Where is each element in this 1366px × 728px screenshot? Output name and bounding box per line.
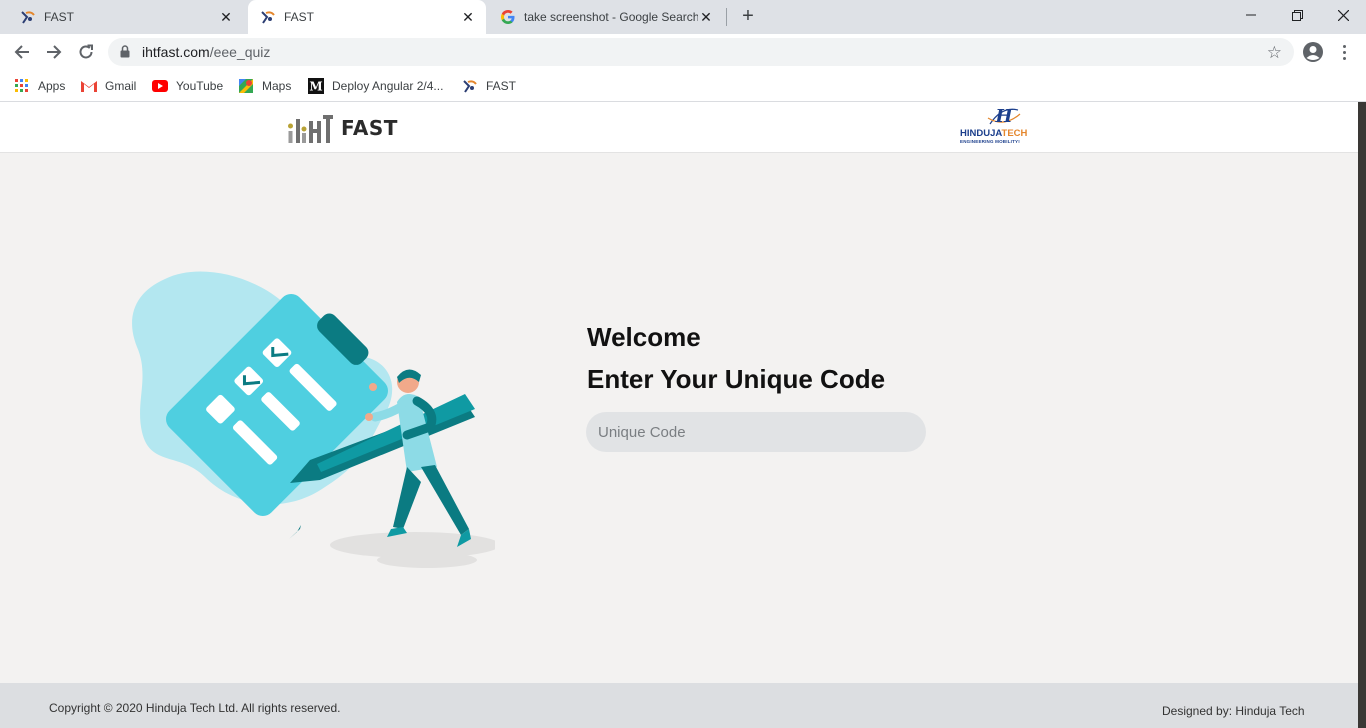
page-viewport: FAST H HINDUJATECH ENGINEERING MOBILITY!: [0, 102, 1358, 728]
site-header: FAST H HINDUJATECH ENGINEERING MOBILITY!: [0, 102, 1358, 153]
hero-illustration: [132, 271, 495, 568]
page-scrollbar[interactable]: [1358, 102, 1366, 728]
hinduja-tech-accent: TECH: [1001, 128, 1028, 139]
url-domain: ihtfast.com: [142, 44, 210, 60]
back-arrow-icon: [14, 45, 29, 59]
url-path: /eee_quiz: [209, 44, 271, 60]
unique-code-heading: Enter Your Unique Code: [587, 364, 886, 394]
address-bar[interactable]: ihtfast.com/eee_quiz ☆: [108, 38, 1294, 66]
svg-text:M: M: [309, 80, 322, 94]
close-tab-icon[interactable]: ✕: [698, 9, 714, 25]
browser-tab-google-search[interactable]: take screenshot - Google Search ✕: [488, 0, 724, 34]
tab-title: FAST: [44, 10, 75, 24]
forward-button[interactable]: [42, 40, 66, 64]
bookmark-youtube[interactable]: YouTube: [152, 76, 223, 96]
reload-button[interactable]: [74, 40, 98, 64]
bookmark-label: Apps: [38, 79, 66, 93]
bookmark-label: Maps: [262, 79, 292, 93]
bookmark-label: Gmail: [105, 79, 137, 93]
browser-tab-strip: FAST ✕ FAST ✕ take screenshot - Google S…: [0, 0, 1366, 34]
youtube-icon: [152, 78, 168, 94]
browser-menu-button[interactable]: [1336, 40, 1352, 64]
tab-title: FAST: [284, 10, 315, 24]
close-tab-icon[interactable]: ✕: [218, 9, 234, 25]
hinduja-name: HINDUJA: [960, 128, 1002, 139]
hinduja-brand-name: HINDUJATECH: [960, 128, 1027, 139]
hinduja-h-emblem-icon: H: [987, 106, 1021, 127]
browser-tab-fast-1[interactable]: FAST ✕: [8, 0, 244, 34]
unique-code-input[interactable]: [586, 412, 926, 452]
back-button[interactable]: [10, 40, 34, 64]
tab-separator: [726, 8, 727, 26]
designed-by-text: Designed by: Hinduja Tech: [1162, 704, 1305, 718]
close-window-button[interactable]: [1320, 0, 1366, 30]
hinduja-tagline: ENGINEERING MOBILITY!: [960, 139, 1020, 144]
bookmarks-bar: Apps Gmail YouTube Maps M Deploy Angular…: [0, 70, 1366, 102]
gmail-icon: [81, 78, 97, 94]
hinduja-tech-logo: H HINDUJATECH ENGINEERING MOBILITY!: [958, 104, 1042, 150]
browser-tab-fast-active[interactable]: FAST ✕: [248, 0, 486, 34]
reload-icon: [79, 44, 93, 59]
bookmark-label: FAST: [486, 79, 517, 93]
bookmark-label: YouTube: [176, 79, 224, 93]
iht-logo-icon: [288, 115, 333, 143]
site-footer: Copyright © 2020 Hinduja Tech Ltd. All r…: [0, 683, 1358, 728]
restore-window-button[interactable]: [1274, 0, 1320, 30]
bookmark-maps[interactable]: Maps: [238, 76, 291, 96]
fast-logo-icon: [260, 9, 276, 25]
bookmark-label: Deploy Angular 2/4...: [332, 79, 444, 93]
profile-avatar-icon[interactable]: [1302, 41, 1324, 63]
bookmark-deploy-angular[interactable]: M Deploy Angular 2/4...: [308, 76, 443, 96]
medium-icon: M: [308, 78, 324, 94]
welcome-heading: Welcome: [587, 322, 701, 352]
apps-grid-icon: [14, 78, 30, 94]
svg-text:H: H: [994, 106, 1013, 127]
lock-icon: [120, 45, 130, 63]
tab-title: take screenshot - Google Search: [524, 10, 698, 24]
fast-logo[interactable]: FAST: [287, 111, 398, 145]
google-icon: [500, 9, 516, 25]
browser-toolbar: ihtfast.com/eee_quiz ☆: [0, 34, 1366, 70]
close-tab-icon[interactable]: ✕: [460, 9, 476, 25]
url-text: ihtfast.com/eee_quiz: [142, 44, 270, 60]
minimize-window-button[interactable]: [1228, 0, 1274, 30]
fast-logo-icon: [462, 78, 478, 94]
fast-logo-icon: [20, 9, 36, 25]
bookmark-fast[interactable]: FAST: [462, 76, 516, 96]
bookmark-apps[interactable]: Apps: [14, 76, 65, 96]
forward-arrow-icon: [47, 45, 62, 59]
bookmark-gmail[interactable]: Gmail: [81, 76, 136, 96]
fast-wordmark: FAST: [341, 116, 398, 140]
maps-icon: [238, 78, 254, 94]
new-tab-button[interactable]: +: [736, 4, 760, 28]
copyright-text: Copyright © 2020 Hinduja Tech Ltd. All r…: [49, 701, 341, 715]
bookmark-star-icon[interactable]: ☆: [1267, 43, 1282, 63]
